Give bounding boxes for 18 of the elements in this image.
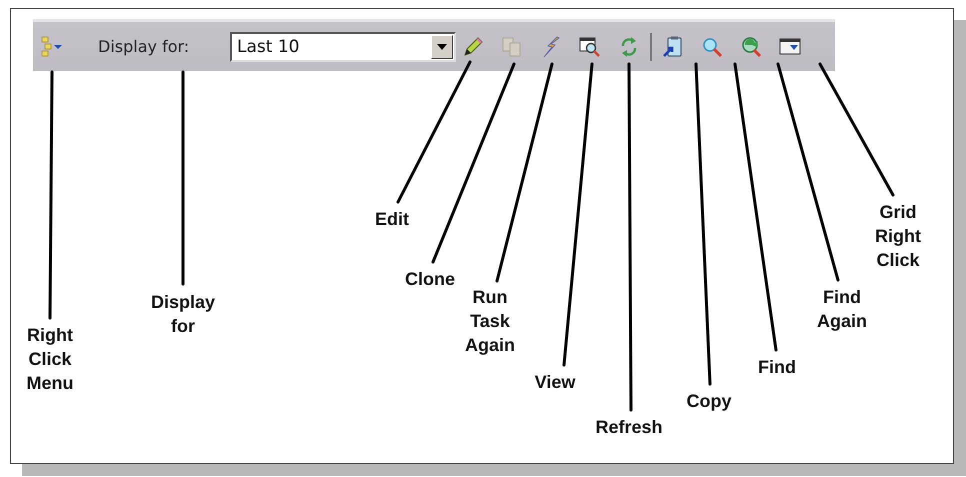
dropdown-button[interactable] (431, 34, 453, 58)
window-magnifier-icon (578, 34, 602, 58)
callout-label: View (534, 371, 576, 394)
callout-label: Refresh (595, 416, 663, 439)
pencil-icon (461, 34, 485, 58)
tree-menu-icon (40, 36, 64, 58)
caret-icon (437, 44, 447, 50)
callout-label: Grid Right Click (875, 201, 921, 272)
callout-label: Copy (686, 390, 732, 413)
callout-label: Clone (405, 268, 455, 291)
callout-label: Edit (375, 208, 409, 231)
callout-label: Right Click Menu (26, 324, 74, 395)
callout-label: Display for (150, 291, 216, 338)
display-for-dropdown[interactable]: Last 10 (230, 32, 456, 62)
callout-label: Find (758, 356, 796, 379)
callout-label: Find Again (817, 286, 867, 333)
display-for-label: Display for: (98, 37, 190, 56)
callout-label: Run Task Again (465, 286, 515, 357)
